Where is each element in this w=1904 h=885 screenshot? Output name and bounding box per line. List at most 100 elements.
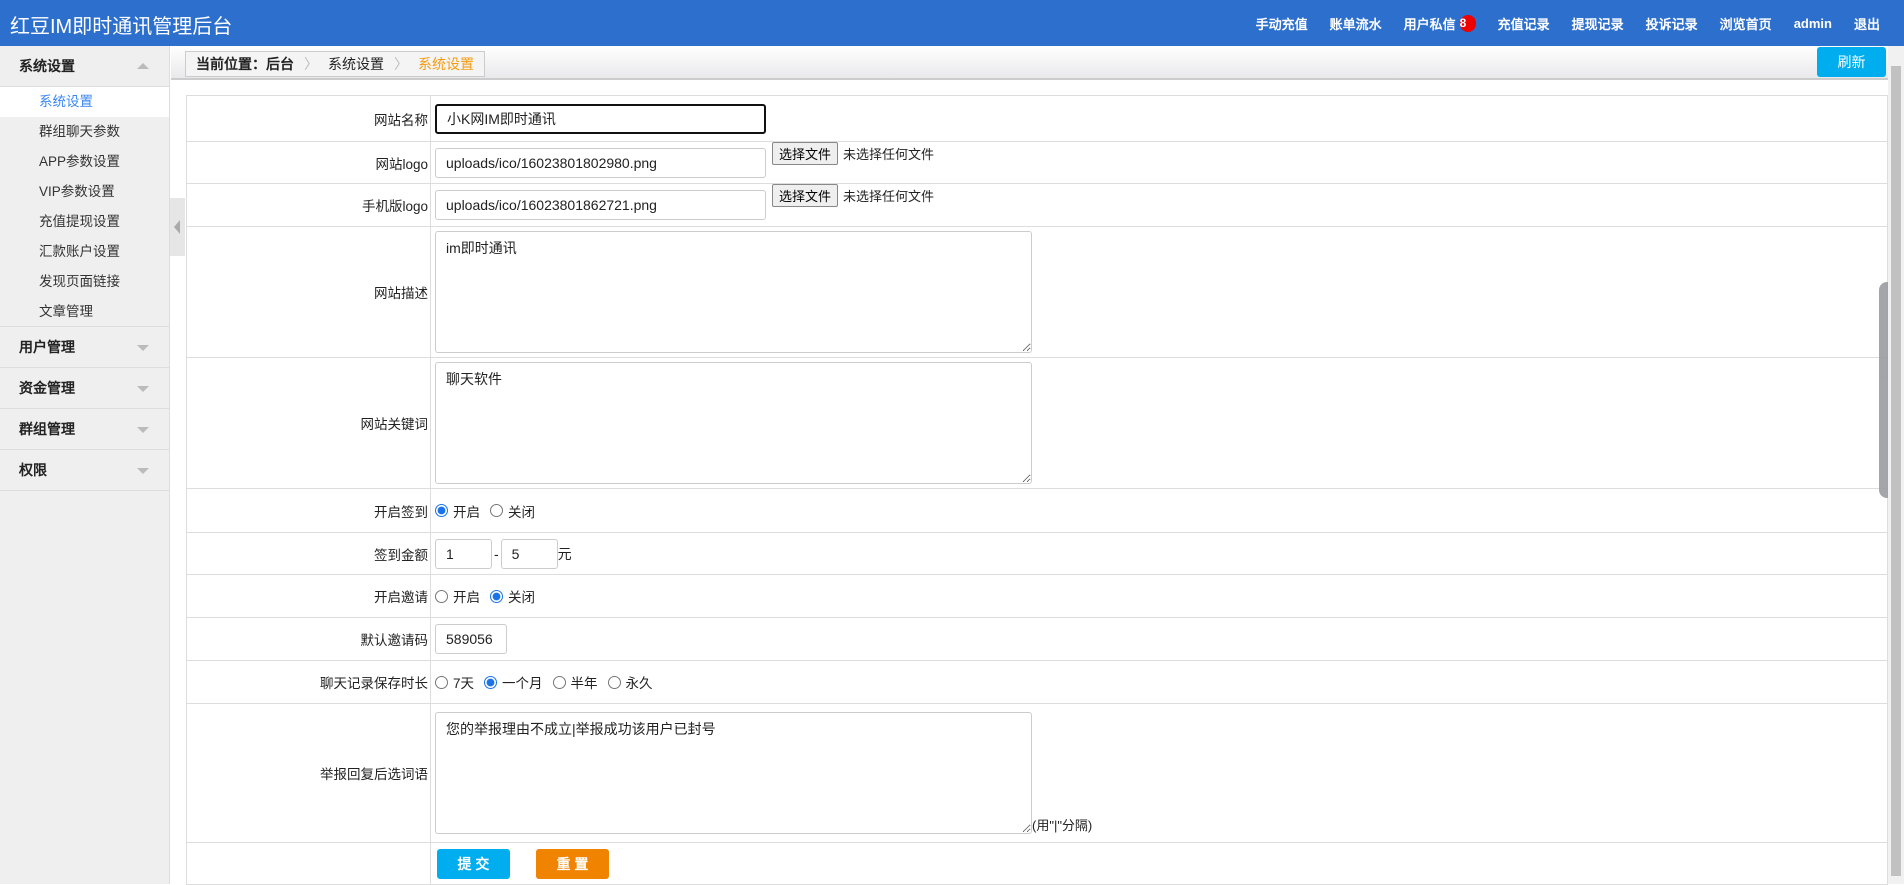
logo-file-button[interactable]: 选择文件	[772, 141, 839, 165]
nav-user-messages[interactable]: 用户私信 8	[1404, 14, 1476, 33]
sidebar-collapse-button[interactable]	[170, 198, 185, 256]
signin-amount-label: 签到金额	[186, 532, 431, 575]
chevron-up-icon	[137, 63, 149, 69]
description-textarea[interactable]: im即时通讯	[435, 231, 1032, 353]
app-title: 红豆IM即时通讯管理后台	[10, 16, 233, 38]
mobile-logo-label: 手机版logo	[186, 183, 431, 227]
nav-bill-flow[interactable]: 账单流水	[1330, 14, 1382, 33]
radio-label: 开启	[453, 504, 480, 520]
sidebar-group-funds[interactable]: 资金管理	[0, 368, 169, 409]
signin-on-radio[interactable]: 开启	[435, 501, 480, 521]
breadcrumb: 当前位置：后台 〉 系统设置 〉 系统设置	[185, 51, 485, 77]
top-header: 红豆IM即时通讯管理后台 手动充值 账单流水 用户私信 8 充值记录 提现记录 投…	[0, 0, 1904, 46]
sidebar-item-system-settings[interactable]: 系统设置	[0, 87, 169, 117]
sidebar-group-groups[interactable]: 群组管理	[0, 409, 169, 450]
radio-label: 7天	[453, 676, 475, 691]
signin-on-input[interactable]	[435, 504, 448, 517]
radio-label: 关闭	[508, 504, 535, 520]
chevron-down-icon	[137, 345, 149, 351]
nav-browse-home[interactable]: 浏览首页	[1720, 14, 1772, 33]
sidebar-item-recharge-withdraw[interactable]: 充值提现设置	[0, 207, 169, 237]
amount-min-input[interactable]	[435, 538, 492, 569]
nav-recharge-records[interactable]: 充值记录	[1498, 14, 1550, 33]
chevron-right-icon: 〉	[304, 56, 318, 72]
range-dash: -	[494, 545, 499, 562]
sidebar-group-label: 群组管理	[19, 421, 75, 437]
logo-file-status: 未选择任何文件	[843, 146, 935, 162]
nav-withdraw-records[interactable]: 提现记录	[1572, 14, 1624, 33]
refresh-button[interactable]: 刷新	[1817, 47, 1886, 77]
nav-manual-recharge[interactable]: 手动充值	[1256, 14, 1308, 33]
sidebar-item-articles[interactable]: 文章管理	[0, 297, 169, 327]
nav-logout[interactable]: 退出	[1854, 14, 1880, 33]
chevron-left-icon	[174, 220, 180, 234]
description-label: 网站描述	[186, 226, 431, 358]
invite-code-input[interactable]	[435, 624, 507, 654]
keywords-textarea[interactable]: 聊天软件	[435, 362, 1032, 484]
retention-7d-input[interactable]	[435, 675, 448, 689]
breadcrumb-level1[interactable]: 系统设置	[328, 54, 384, 74]
mobile-logo-file-button[interactable]: 选择文件	[772, 184, 839, 207]
scrollbar-thumb[interactable]	[1891, 66, 1901, 876]
breadcrumb-bar: 当前位置：后台 〉 系统设置 〉 系统设置	[171, 46, 1888, 80]
radio-label: 一个月	[502, 676, 543, 691]
sidebar-group-label: 用户管理	[19, 339, 75, 355]
sidebar-group-permissions[interactable]: 权限	[0, 450, 169, 491]
site-name-label: 网站名称	[186, 95, 431, 142]
sidebar: 系统设置 系统设置 群组聊天参数 APP参数设置 VIP参数设置 充值提现设置 …	[0, 46, 170, 884]
signin-label: 开启签到	[186, 488, 431, 533]
settings-form: 网站名称 网站logo 选择文件未选择任何文件 手机版logo 选择文件未选择任…	[186, 95, 1888, 885]
chevron-down-icon	[137, 468, 149, 474]
retention-7d-radio[interactable]: 7天	[435, 672, 474, 692]
retention-forever-radio[interactable]: 永久	[607, 672, 653, 692]
mobile-logo-file-status: 未选择任何文件	[843, 189, 935, 204]
sidebar-group-users[interactable]: 用户管理	[0, 327, 169, 368]
mobile-logo-path-input[interactable]	[435, 190, 766, 220]
scrollbar[interactable]	[1888, 46, 1904, 884]
report-reply-textarea[interactable]: 您的举报理由不成立|举报成功该用户已封号	[435, 712, 1032, 834]
retention-1m-radio[interactable]: 一个月	[484, 672, 543, 692]
chevron-down-icon	[137, 427, 149, 433]
invite-label: 开启邀请	[186, 574, 431, 618]
message-count-badge: 8	[1459, 14, 1476, 32]
sidebar-item-app[interactable]: APP参数设置	[0, 147, 169, 177]
sidebar-item-discover-links[interactable]: 发现页面链接	[0, 267, 169, 297]
reset-button[interactable]: 重 置	[536, 848, 609, 879]
amount-max-input[interactable]	[500, 538, 558, 569]
breadcrumb-current: 系统设置	[418, 56, 474, 72]
keywords-label: 网站关键词	[186, 357, 431, 489]
nav-complaint-records[interactable]: 投诉记录	[1646, 14, 1698, 33]
invite-off-radio[interactable]: 关闭	[490, 586, 535, 606]
report-reply-label: 举报回复后选词语	[186, 703, 431, 843]
retention-forever-input[interactable]	[607, 675, 621, 689]
logo-path-input[interactable]	[435, 147, 766, 178]
sidebar-group-system[interactable]: 系统设置	[0, 46, 169, 87]
chevron-down-icon	[137, 386, 149, 392]
retention-6m-input[interactable]	[552, 675, 566, 689]
radio-label: 开启	[453, 590, 480, 605]
chevron-right-icon: 〉	[394, 56, 408, 72]
signin-off-radio[interactable]: 关闭	[490, 501, 535, 521]
breadcrumb-prefix: 当前位置：后台	[196, 56, 294, 72]
nav-admin[interactable]: admin	[1794, 16, 1832, 31]
report-hint: (用"|"分隔)	[1032, 818, 1093, 833]
sidebar-group-label: 系统设置	[19, 58, 75, 74]
radio-label: 永久	[625, 676, 653, 691]
submit-button[interactable]: 提 交	[437, 848, 510, 879]
sidebar-group-label: 资金管理	[19, 380, 75, 396]
nav-user-messages-label: 用户私信	[1403, 16, 1456, 32]
site-name-input[interactable]	[435, 103, 766, 134]
retention-1m-input[interactable]	[484, 675, 498, 689]
sidebar-item-remit-account[interactable]: 汇款账户设置	[0, 237, 169, 267]
radio-label: 半年	[570, 676, 598, 691]
sidebar-item-vip[interactable]: VIP参数设置	[0, 177, 169, 207]
invite-off-input[interactable]	[490, 589, 503, 603]
retention-label: 聊天记录保存时长	[186, 660, 431, 704]
retention-6m-radio[interactable]: 半年	[552, 672, 598, 692]
sidebar-group-label: 权限	[19, 462, 47, 478]
signin-off-input[interactable]	[490, 504, 503, 517]
radio-label: 关闭	[508, 590, 535, 605]
invite-on-input[interactable]	[435, 589, 448, 603]
sidebar-item-group-chat[interactable]: 群组聊天参数	[0, 117, 169, 147]
invite-on-radio[interactable]: 开启	[435, 586, 480, 606]
